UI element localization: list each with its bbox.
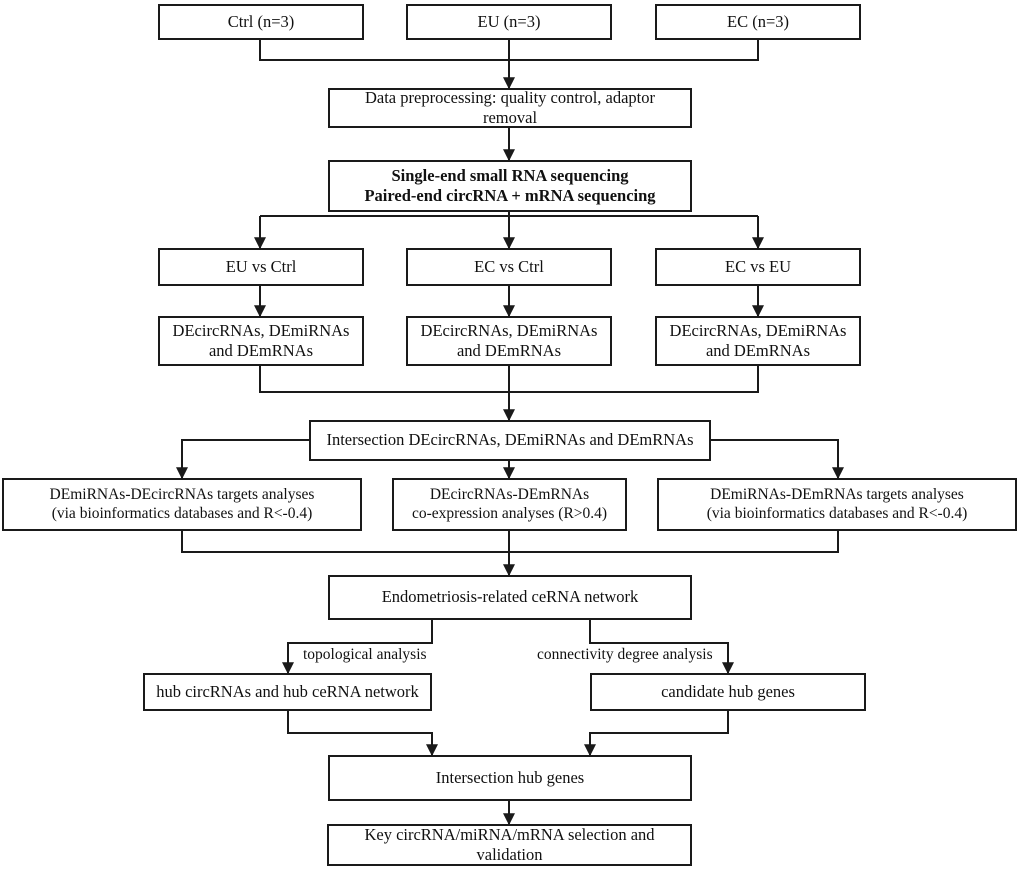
node-ctrl-label: Ctrl (n=3) [227, 11, 295, 31]
flowchart-canvas: Ctrl (n=3) EU (n=3) EC (n=3) Data prepro… [0, 0, 1020, 875]
node-eu-vs-ctrl[interactable]: EU vs Ctrl [158, 248, 364, 286]
edge-label-topological: topological analysis [303, 646, 427, 663]
node-ctrl[interactable]: Ctrl (n=3) [158, 4, 364, 40]
node-analysis-right-label: DEmiRNAs-DEmRNAs targets analyses (via b… [706, 485, 968, 522]
node-analysis-right[interactable]: DEmiRNAs-DEmRNAs targets analyses (via b… [657, 478, 1017, 531]
node-de-right-label: DEcircRNAs, DEmiRNAs and DEmRNAs [669, 320, 847, 360]
node-eu[interactable]: EU (n=3) [406, 4, 612, 40]
node-analysis-left-label: DEmiRNAs-DEcircRNAs targets analyses (vi… [49, 485, 315, 522]
node-hub-circ[interactable]: hub circRNAs and hub ceRNA network [143, 673, 432, 711]
node-analysis-mid-label: DEcircRNAs-DEmRNAs co-expression analyse… [411, 485, 608, 522]
node-eu-label: EU (n=3) [477, 11, 541, 31]
wire-intersection-to-right-analysis [711, 439, 844, 480]
node-intersection-de-label: Intersection DEcircRNAs, DEmiRNAs and DE… [326, 430, 694, 450]
node-cerna-network-label: Endometriosis-related ceRNA network [381, 587, 639, 607]
wire-hub-circ-to-intersection [287, 711, 438, 757]
node-sequencing[interactable]: Single-end small RNA sequencing Paired-e… [328, 160, 692, 212]
node-de-mid-label: DEcircRNAs, DEmiRNAs and DEmRNAs [420, 320, 598, 360]
node-key-selection-label: Key circRNA/miRNA/mRNA selection and val… [364, 824, 655, 864]
node-ec-vs-ctrl-label: EC vs Ctrl [474, 256, 544, 276]
node-sequencing-label: Single-end small RNA sequencing Paired-e… [364, 165, 656, 205]
node-intersection-hub-label: Intersection hub genes [435, 767, 585, 787]
node-de-mid[interactable]: DEcircRNAs, DEmiRNAs and DEmRNAs [406, 316, 612, 366]
wire-candidate-hub-to-intersection [584, 711, 729, 757]
node-ec-vs-eu-label: EC vs EU [725, 256, 791, 276]
node-analysis-left[interactable]: DEmiRNAs-DEcircRNAs targets analyses (vi… [2, 478, 362, 531]
node-de-left[interactable]: DEcircRNAs, DEmiRNAs and DEmRNAs [158, 316, 364, 366]
wire-samples-bus [259, 40, 759, 61]
node-de-left-label: DEcircRNAs, DEmiRNAs and DEmRNAs [172, 320, 350, 360]
wire-de-merge-bus [259, 366, 759, 393]
wire-analysis-merge-bus [181, 531, 839, 553]
node-eu-vs-ctrl-label: EU vs Ctrl [225, 256, 297, 276]
node-de-right[interactable]: DEcircRNAs, DEmiRNAs and DEmRNAs [655, 316, 861, 366]
node-candidate-hub[interactable]: candidate hub genes [590, 673, 866, 711]
node-ec-label: EC (n=3) [726, 11, 789, 31]
node-key-selection[interactable]: Key circRNA/miRNA/mRNA selection and val… [327, 824, 692, 866]
node-intersection-hub[interactable]: Intersection hub genes [328, 755, 692, 801]
node-data-preprocessing-label: Data preprocessing: quality control, ada… [364, 87, 656, 127]
node-intersection-de[interactable]: Intersection DEcircRNAs, DEmiRNAs and DE… [309, 420, 711, 461]
wire-intersection-to-left-analysis [176, 439, 309, 480]
node-data-preprocessing[interactable]: Data preprocessing: quality control, ada… [328, 88, 692, 128]
node-candidate-hub-label: candidate hub genes [661, 681, 795, 701]
node-analysis-mid[interactable]: DEcircRNAs-DEmRNAs co-expression analyse… [392, 478, 627, 531]
node-ec[interactable]: EC (n=3) [655, 4, 861, 40]
node-ec-vs-ctrl[interactable]: EC vs Ctrl [406, 248, 612, 286]
edge-label-connectivity: connectivity degree analysis [537, 646, 713, 663]
node-cerna-network[interactable]: Endometriosis-related ceRNA network [328, 575, 692, 620]
node-ec-vs-eu[interactable]: EC vs EU [655, 248, 861, 286]
node-hub-circ-label: hub circRNAs and hub ceRNA network [156, 681, 419, 701]
